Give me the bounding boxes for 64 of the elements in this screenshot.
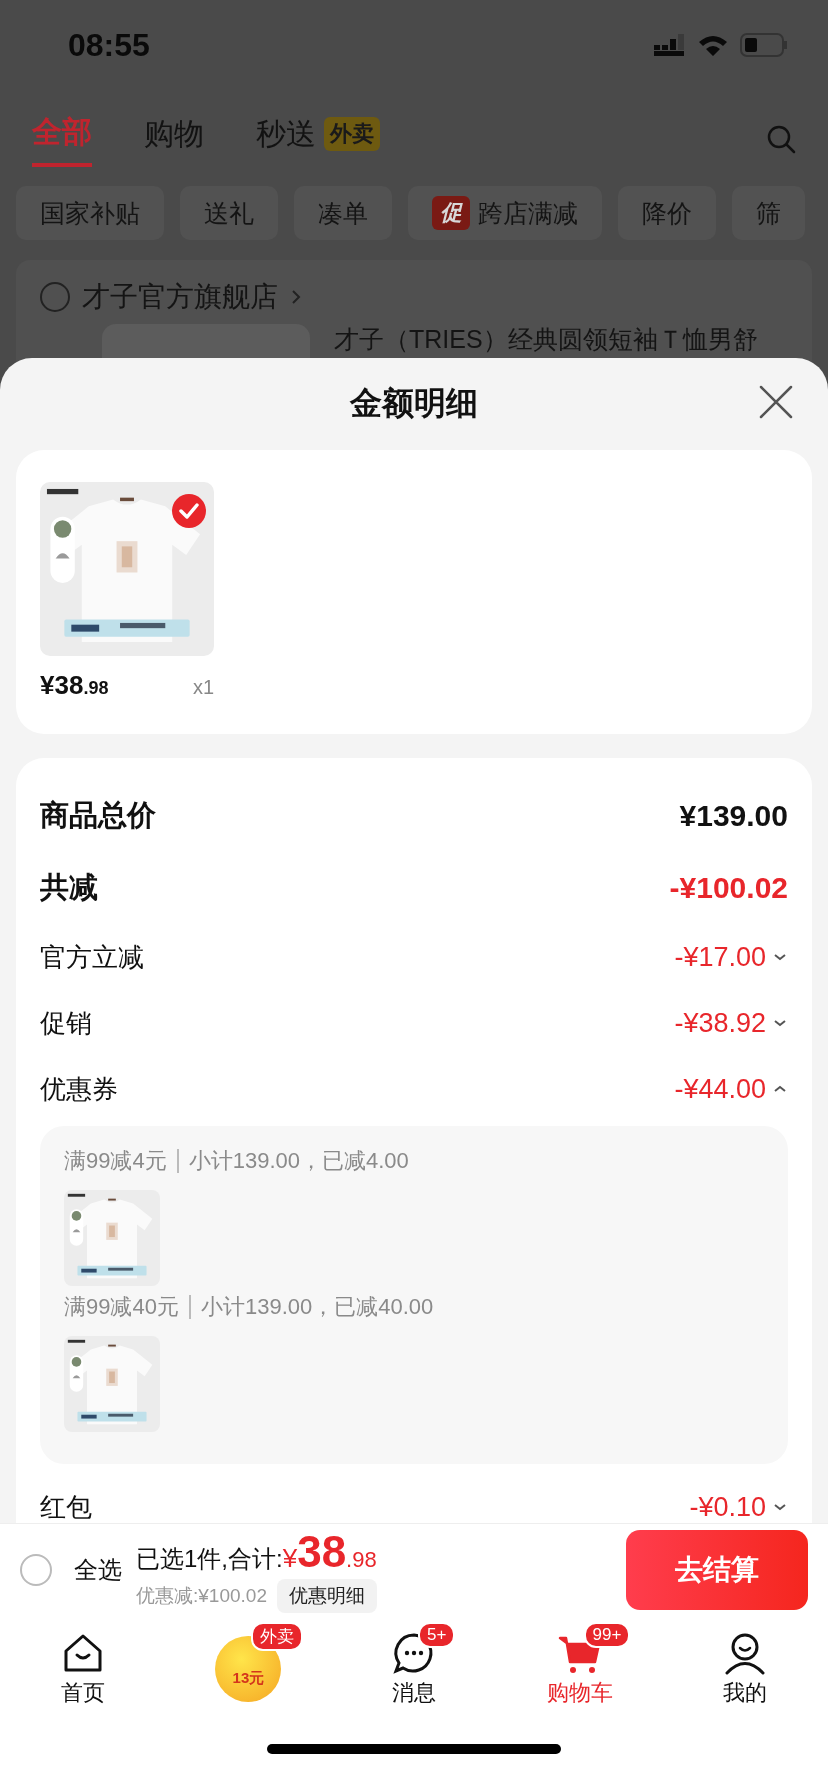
count-badge: 99+	[583, 1622, 631, 1648]
coupon-rule: 满99减40元	[64, 1293, 179, 1321]
filter-chip[interactable]: 凑单	[294, 186, 392, 240]
promo-tag: 促	[432, 196, 470, 230]
summary-amount: -¥100.02	[669, 871, 788, 905]
summary-amount: -¥0.10	[689, 1491, 766, 1523]
chevron-up-icon[interactable]	[772, 1083, 788, 1095]
wifi-icon	[698, 34, 728, 56]
summary-amount: ¥139.00	[679, 799, 788, 833]
sheet-title: 金额明细	[350, 384, 478, 423]
tab-badge: 外卖	[324, 117, 380, 151]
bottom-tab[interactable]: 购物车 99+	[496, 1620, 663, 1708]
chip-label: 跨店满减	[478, 197, 578, 229]
checkout-button[interactable]: 去结算	[626, 1530, 808, 1610]
category-tab[interactable]: 购物	[144, 113, 204, 165]
promo-tab[interactable]: 外卖 13元	[165, 1620, 332, 1702]
summary-label: 商品总价	[40, 798, 156, 833]
bottom-tab[interactable]: 我的	[662, 1620, 828, 1708]
selection-summary: 已选1件,合计:	[136, 1544, 283, 1574]
item-price: ¥38.98	[40, 670, 109, 701]
chevron-down-icon[interactable]	[772, 951, 788, 963]
chip-label: 降价	[642, 197, 692, 229]
chip-label: 国家补贴	[40, 197, 140, 229]
bottom-tab[interactable]: 首页	[0, 1620, 166, 1708]
summary-label: 官方立减	[40, 940, 144, 974]
filter-chip[interactable]: 送礼	[180, 186, 278, 240]
savings-text: 优惠减:¥100.02	[136, 1584, 267, 1608]
summary-label: 共减	[40, 870, 98, 905]
item-quantity: x1	[192, 676, 214, 699]
chevron-right-icon	[290, 288, 302, 306]
promo-badge: 外卖	[251, 1622, 304, 1651]
select-all-checkbox[interactable]: 全选	[20, 1554, 122, 1586]
count-badge: 5+	[418, 1622, 456, 1648]
chip-label: 筛	[756, 197, 781, 229]
status-time: 08:55	[68, 26, 150, 64]
summary-label: 优惠券	[40, 1072, 118, 1106]
check-icon[interactable]	[172, 494, 206, 528]
battery-icon	[740, 33, 788, 57]
product-title: 才子（TRIES）经典圆领短袖Ｔ恤男舒	[334, 324, 758, 355]
chevron-down-icon[interactable]	[772, 1501, 788, 1513]
bottom-tab[interactable]: 消息 5+	[331, 1620, 497, 1708]
filter-chip[interactable]: 筛	[732, 186, 805, 240]
coupon-detail: 小计139.00，已减40.00	[200, 1293, 434, 1321]
chevron-down-icon[interactable]	[772, 1017, 788, 1029]
summary-amount: -¥17.00	[674, 941, 766, 973]
coupon-detail: 小计139.00，已减4.00	[188, 1147, 409, 1175]
store-checkbox[interactable]	[40, 282, 70, 312]
close-icon[interactable]	[758, 384, 794, 420]
summary-amount: -¥38.92	[674, 1007, 766, 1039]
chip-label: 送礼	[204, 197, 254, 229]
promo-label: 13元	[232, 1669, 265, 1688]
store-name[interactable]: 才子官方旗舰店	[82, 278, 278, 316]
signal-icon	[654, 34, 686, 56]
summary-amount: -¥44.00	[674, 1073, 766, 1105]
total-amount: ¥38.98	[282, 1527, 377, 1577]
coupon-rule: 满99减4元	[64, 1147, 167, 1175]
filter-chip[interactable]: 促 跨店满减	[408, 186, 602, 240]
filter-chip[interactable]: 国家补贴	[16, 186, 164, 240]
summary-label: 红包	[40, 1490, 92, 1523]
chip-label: 凑单	[318, 197, 368, 229]
summary-label: 促销	[40, 1006, 92, 1040]
filter-chip[interactable]: 降价	[618, 186, 716, 240]
discount-details-button[interactable]: 优惠明细	[276, 1579, 377, 1613]
category-tab[interactable]: 秒送 外卖	[256, 113, 380, 165]
